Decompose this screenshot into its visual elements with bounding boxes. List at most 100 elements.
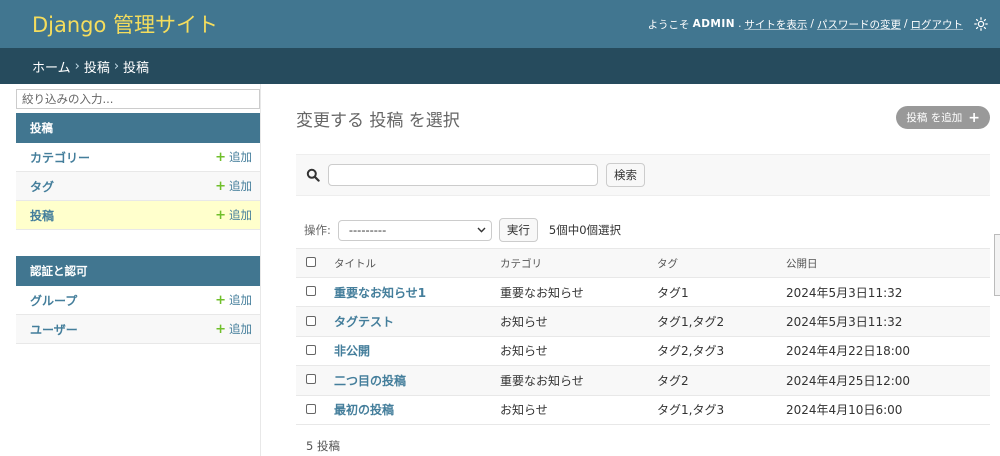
category-cell: 重要なお知らせ <box>500 365 657 396</box>
category-cell: お知らせ <box>500 395 657 425</box>
site-branding[interactable]: Django 管理サイト <box>32 9 218 39</box>
tools-separator: / <box>903 18 908 30</box>
nav-filter-input[interactable]: 絞り込みの入力... <box>16 89 260 109</box>
table-header-row: タイトル カテゴリ タグ 公開日 <box>296 248 990 278</box>
model-link[interactable]: グループ <box>30 292 77 309</box>
post-title-link[interactable]: 非公開 <box>334 344 370 358</box>
title-cell: タグテスト <box>334 306 500 337</box>
breadcrumb-home[interactable]: ホーム <box>32 57 71 76</box>
app-module-posts: 投稿 カテゴリー + 追加 タグ + 追加 投稿 + 追加 <box>16 113 260 230</box>
user-tools: ようこそ ADMIN. サイトを表示 / パスワードの変更 / ログアウト <box>648 15 990 33</box>
model-link[interactable]: タグ <box>30 178 54 195</box>
post-title-link[interactable]: 最初の投稿 <box>334 403 394 417</box>
row-checkbox[interactable] <box>306 403 316 414</box>
table-row: 二つ目の投稿 重要なお知らせ タグ2 2024年4月25日12:00 <box>296 365 990 396</box>
sidebar-item-user: ユーザー + 追加 <box>16 315 260 344</box>
post-title-link[interactable]: 重要なお知らせ1 <box>334 286 426 300</box>
add-link[interactable]: + 追加 <box>215 178 252 194</box>
column-header-tags[interactable]: タグ <box>657 248 786 278</box>
breadcrumb: ホーム › 投稿 › 投稿 <box>0 48 1000 84</box>
title-cell: 最初の投稿 <box>334 395 500 425</box>
breadcrumb-app[interactable]: 投稿 <box>84 57 110 76</box>
date-cell: 2024年4月25日12:00 <box>786 365 990 396</box>
column-header-category[interactable]: カテゴリ <box>500 248 657 278</box>
nav-sidebar: 絞り込みの入力... 投稿 カテゴリー + 追加 タグ + 追加 投稿 + 追加 認証… <box>0 84 261 456</box>
plus-icon: + <box>215 207 226 223</box>
run-action-button[interactable]: 実行 <box>498 218 538 242</box>
plus-icon: + <box>215 321 226 337</box>
sidebar-item-tag: タグ + 追加 <box>16 172 260 201</box>
sidebar-item-category: カテゴリー + 追加 <box>16 143 260 172</box>
category-cell: 重要なお知らせ <box>500 277 657 308</box>
table-row: 最初の投稿 お知らせ タグ1,タグ3 2024年4月10日6:00 <box>296 395 990 425</box>
category-cell: お知らせ <box>500 306 657 337</box>
table-row: 重要なお知らせ1 重要なお知らせ タグ1 2024年5月3日11:32 <box>296 277 990 308</box>
row-select-cell <box>296 395 334 425</box>
plus-icon: + <box>215 178 226 194</box>
breadcrumb-separator: › <box>74 58 80 74</box>
model-link[interactable]: ユーザー <box>30 321 78 338</box>
action-selected-value: --------- <box>348 223 387 237</box>
post-title-link[interactable]: 二つ目の投稿 <box>334 374 406 388</box>
plus-icon: + <box>215 149 226 165</box>
date-cell: 2024年5月3日11:32 <box>786 306 990 337</box>
search-icon <box>306 168 320 182</box>
search-input[interactable] <box>328 164 598 186</box>
title-cell: 重要なお知らせ1 <box>334 277 500 308</box>
column-header-title[interactable]: タイトル <box>334 248 500 278</box>
add-label: 追加 <box>229 293 252 307</box>
logout-link[interactable]: ログアウト <box>911 17 964 32</box>
post-title-link[interactable]: タグテスト <box>334 315 394 329</box>
add-link[interactable]: + 追加 <box>215 207 252 223</box>
category-cell: お知らせ <box>500 336 657 367</box>
add-label: 追加 <box>229 322 252 336</box>
welcome-punct: . <box>738 18 742 30</box>
change-password-link[interactable]: パスワードの変更 <box>817 17 901 32</box>
model-link[interactable]: カテゴリー <box>30 149 90 166</box>
breadcrumb-separator: › <box>113 58 120 74</box>
add-post-label: 投稿 を追加 <box>906 112 963 124</box>
tags-cell: タグ1 <box>657 277 786 308</box>
search-button[interactable]: 検索 <box>606 163 645 187</box>
tools-separator: / <box>810 18 814 30</box>
row-select-cell <box>296 277 334 308</box>
add-label: 追加 <box>229 150 252 164</box>
plus-icon: + <box>968 109 980 126</box>
table-row: タグテスト お知らせ タグ1,タグ2 2024年5月3日11:32 <box>296 306 990 337</box>
add-label: 追加 <box>229 208 252 222</box>
header: Django 管理サイト ようこそ ADMIN. サイトを表示 / パスワードの… <box>0 0 1000 48</box>
search-toolbar: 検索 <box>296 154 990 196</box>
add-link[interactable]: + 追加 <box>215 149 252 165</box>
actions-bar: 操作: --------- 実行 5個中0個選択 <box>296 218 990 242</box>
plus-icon: + <box>215 292 226 308</box>
column-header-date[interactable]: 公開日 <box>786 248 990 278</box>
row-checkbox[interactable] <box>306 374 316 385</box>
scrollbar[interactable] <box>994 234 1000 296</box>
action-select[interactable]: --------- <box>337 219 492 241</box>
tags-cell: タグ1,タグ2 <box>657 306 786 337</box>
select-all-checkbox[interactable] <box>306 256 316 267</box>
row-checkbox[interactable] <box>306 315 316 326</box>
view-site-link[interactable]: サイトを表示 <box>744 17 807 32</box>
add-post-button[interactable]: 投稿 を追加 + <box>896 106 990 129</box>
sidebar-item-group: グループ + 追加 <box>16 286 260 315</box>
title-cell: 二つ目の投稿 <box>334 365 500 396</box>
row-checkbox[interactable] <box>306 286 316 297</box>
row-checkbox[interactable] <box>306 344 316 355</box>
add-link[interactable]: + 追加 <box>215 292 252 308</box>
result-list: タイトル カテゴリ タグ 公開日 重要なお知らせ1 重要なお知らせ タグ1 20… <box>296 248 990 425</box>
date-cell: 2024年5月3日11:32 <box>786 277 990 308</box>
table-row: 非公開 お知らせ タグ2,タグ3 2024年4月22日18:00 <box>296 336 990 367</box>
module-caption[interactable]: 投稿 <box>16 113 260 143</box>
select-all-cell <box>296 248 334 278</box>
theme-toggle-button[interactable] <box>972 15 990 33</box>
model-link[interactable]: 投稿 <box>30 207 54 224</box>
row-select-cell <box>296 306 334 337</box>
breadcrumb-current: 投稿 <box>123 60 150 76</box>
tags-cell: タグ2 <box>657 365 786 396</box>
module-caption[interactable]: 認証と認可 <box>16 256 260 286</box>
content: 変更する 投稿 を選択 投稿 を追加 + 検索 操作: --------- 実行… <box>261 84 1000 456</box>
add-link[interactable]: + 追加 <box>215 321 252 337</box>
chevron-down-icon <box>477 227 486 233</box>
date-cell: 2024年4月22日18:00 <box>786 336 990 367</box>
